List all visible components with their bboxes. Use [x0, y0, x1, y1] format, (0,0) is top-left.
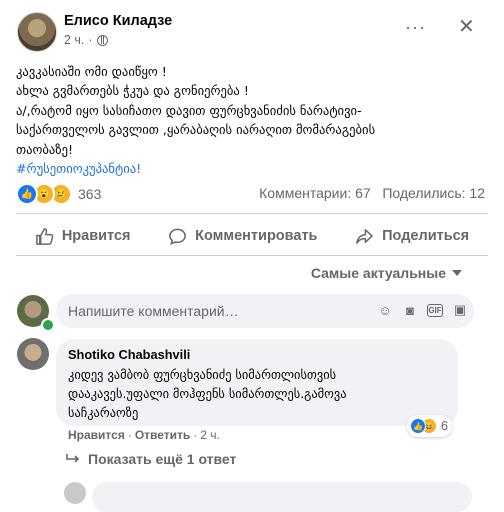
- post-text-line: ა/,რატომ იყო სასიჩათო დავით ფურცხვანიძის…: [16, 102, 362, 118]
- comments-count-link[interactable]: Комментарии: 67: [259, 185, 371, 201]
- share-icon: [356, 228, 373, 244]
- comment-bubble: Shotiko Chabashvili კიდევ ვამბობ ფურცხვა…: [56, 339, 458, 426]
- share-button-label: Поделиться: [382, 228, 470, 244]
- show-more-replies-label: Показать ещё 1 ответ: [88, 451, 237, 467]
- comment-author[interactable]: Shotiko Chabashvili: [68, 347, 190, 362]
- comment-sort-dropdown[interactable]: Самые актуальные: [311, 265, 462, 281]
- author-avatar[interactable]: [17, 12, 57, 52]
- post-meta: 2 ч. ·: [64, 33, 108, 47]
- reaction-count[interactable]: 363: [78, 186, 101, 202]
- composer-icons: ☺ ◙ GIF ▣: [377, 302, 468, 318]
- post-stats: Комментарии: 67 Поделились: 12: [259, 185, 485, 201]
- divider: [16, 213, 488, 214]
- share-button[interactable]: Поделиться: [355, 227, 469, 246]
- shares-count-link[interactable]: Поделились: 12: [382, 185, 485, 201]
- comment-reaction-count: 6: [441, 419, 448, 433]
- comment-links: Нравится · Ответить · 2 ч.: [68, 428, 220, 442]
- comment-reply-link[interactable]: Ответить: [135, 428, 190, 442]
- comment-input-placeholder: Напишите комментарий…: [68, 303, 239, 319]
- like-button[interactable]: Нравится: [35, 227, 131, 246]
- camera-icon[interactable]: ◙: [402, 302, 418, 318]
- like-reaction-icon: 👍: [16, 183, 38, 205]
- like-button-label: Нравится: [61, 228, 131, 244]
- comment-icon: [169, 228, 187, 245]
- comment-input[interactable]: Напишите комментарий… ☺ ◙ GIF ▣: [56, 294, 474, 328]
- sticker-icon[interactable]: ▣: [452, 302, 468, 318]
- chevron-down-icon: [452, 270, 462, 276]
- online-status-dot: [41, 318, 55, 332]
- reaction-summary[interactable]: 👍 😮 😢 363: [16, 183, 101, 205]
- link-separator: ·: [127, 428, 132, 442]
- comment-text: კიდევ ვამბობ ფურცხვანიძე სიმართლისთვის დ…: [68, 365, 458, 422]
- comment-reactions[interactable]: 👍 😆 6: [407, 415, 452, 437]
- emoji-icon[interactable]: ☺: [377, 302, 393, 318]
- close-icon[interactable]: ✕: [458, 14, 475, 39]
- reply-avatar: [64, 482, 86, 504]
- commenter-avatar[interactable]: [17, 338, 49, 370]
- post-time[interactable]: 2 ч.: [64, 33, 84, 47]
- comment-text-line: საჩკარაოზე: [68, 405, 139, 420]
- post-card: Елисо Киладзе 2 ч. · ··· ✕ კავკასიაში ომ…: [0, 0, 504, 512]
- meta-separator: ·: [88, 33, 93, 47]
- action-bar: Нравится Комментировать Поделиться: [16, 221, 488, 251]
- post-text-line: ახლა გვმართებს ჭკუა და გონიერება !: [16, 83, 249, 99]
- reply-arrow-icon: [66, 454, 80, 463]
- more-options-button[interactable]: ···: [405, 17, 426, 38]
- comment-button-label: Комментировать: [195, 228, 318, 244]
- show-more-replies[interactable]: Показать ещё 1 ответ: [66, 451, 236, 467]
- comment-text-line: კიდევ ვამბობ ფურცხვანიძე სიმართლისთვის: [68, 367, 337, 382]
- post-text-line: კავკასიაში ომი დაიწყო !: [16, 64, 167, 79]
- comment-button[interactable]: Комментировать: [168, 227, 317, 246]
- globe-icon: [96, 34, 108, 46]
- like-icon: [35, 227, 54, 245]
- post-text-line: თაობაზე!: [16, 141, 74, 157]
- post-author[interactable]: Елисо Киладзе: [64, 13, 172, 29]
- post-text-line: საქართველოს გავლით ,ყარაბაღის იარაღით მო…: [16, 122, 376, 138]
- comment-text-line: დააკავეს.უფალი მოჰფენს სიმართლეს.გამოვა: [68, 386, 347, 401]
- divider: [16, 255, 488, 256]
- sort-label: Самые актуальные: [310, 265, 446, 281]
- post-text: კავკასიაში ომი დაიწყო ! ახლა გვმართებს ჭ…: [16, 62, 490, 178]
- reply-bubble: [92, 482, 472, 512]
- link-separator: ·: [193, 428, 198, 442]
- like-reaction-icon: 👍: [410, 418, 426, 434]
- gif-icon[interactable]: GIF: [427, 303, 443, 317]
- hashtag-link[interactable]: #რუსეთიოკუპანტია!: [16, 159, 490, 178]
- comment-like-link[interactable]: Нравится: [68, 428, 125, 442]
- comment-time[interactable]: 2 ч.: [200, 428, 220, 442]
